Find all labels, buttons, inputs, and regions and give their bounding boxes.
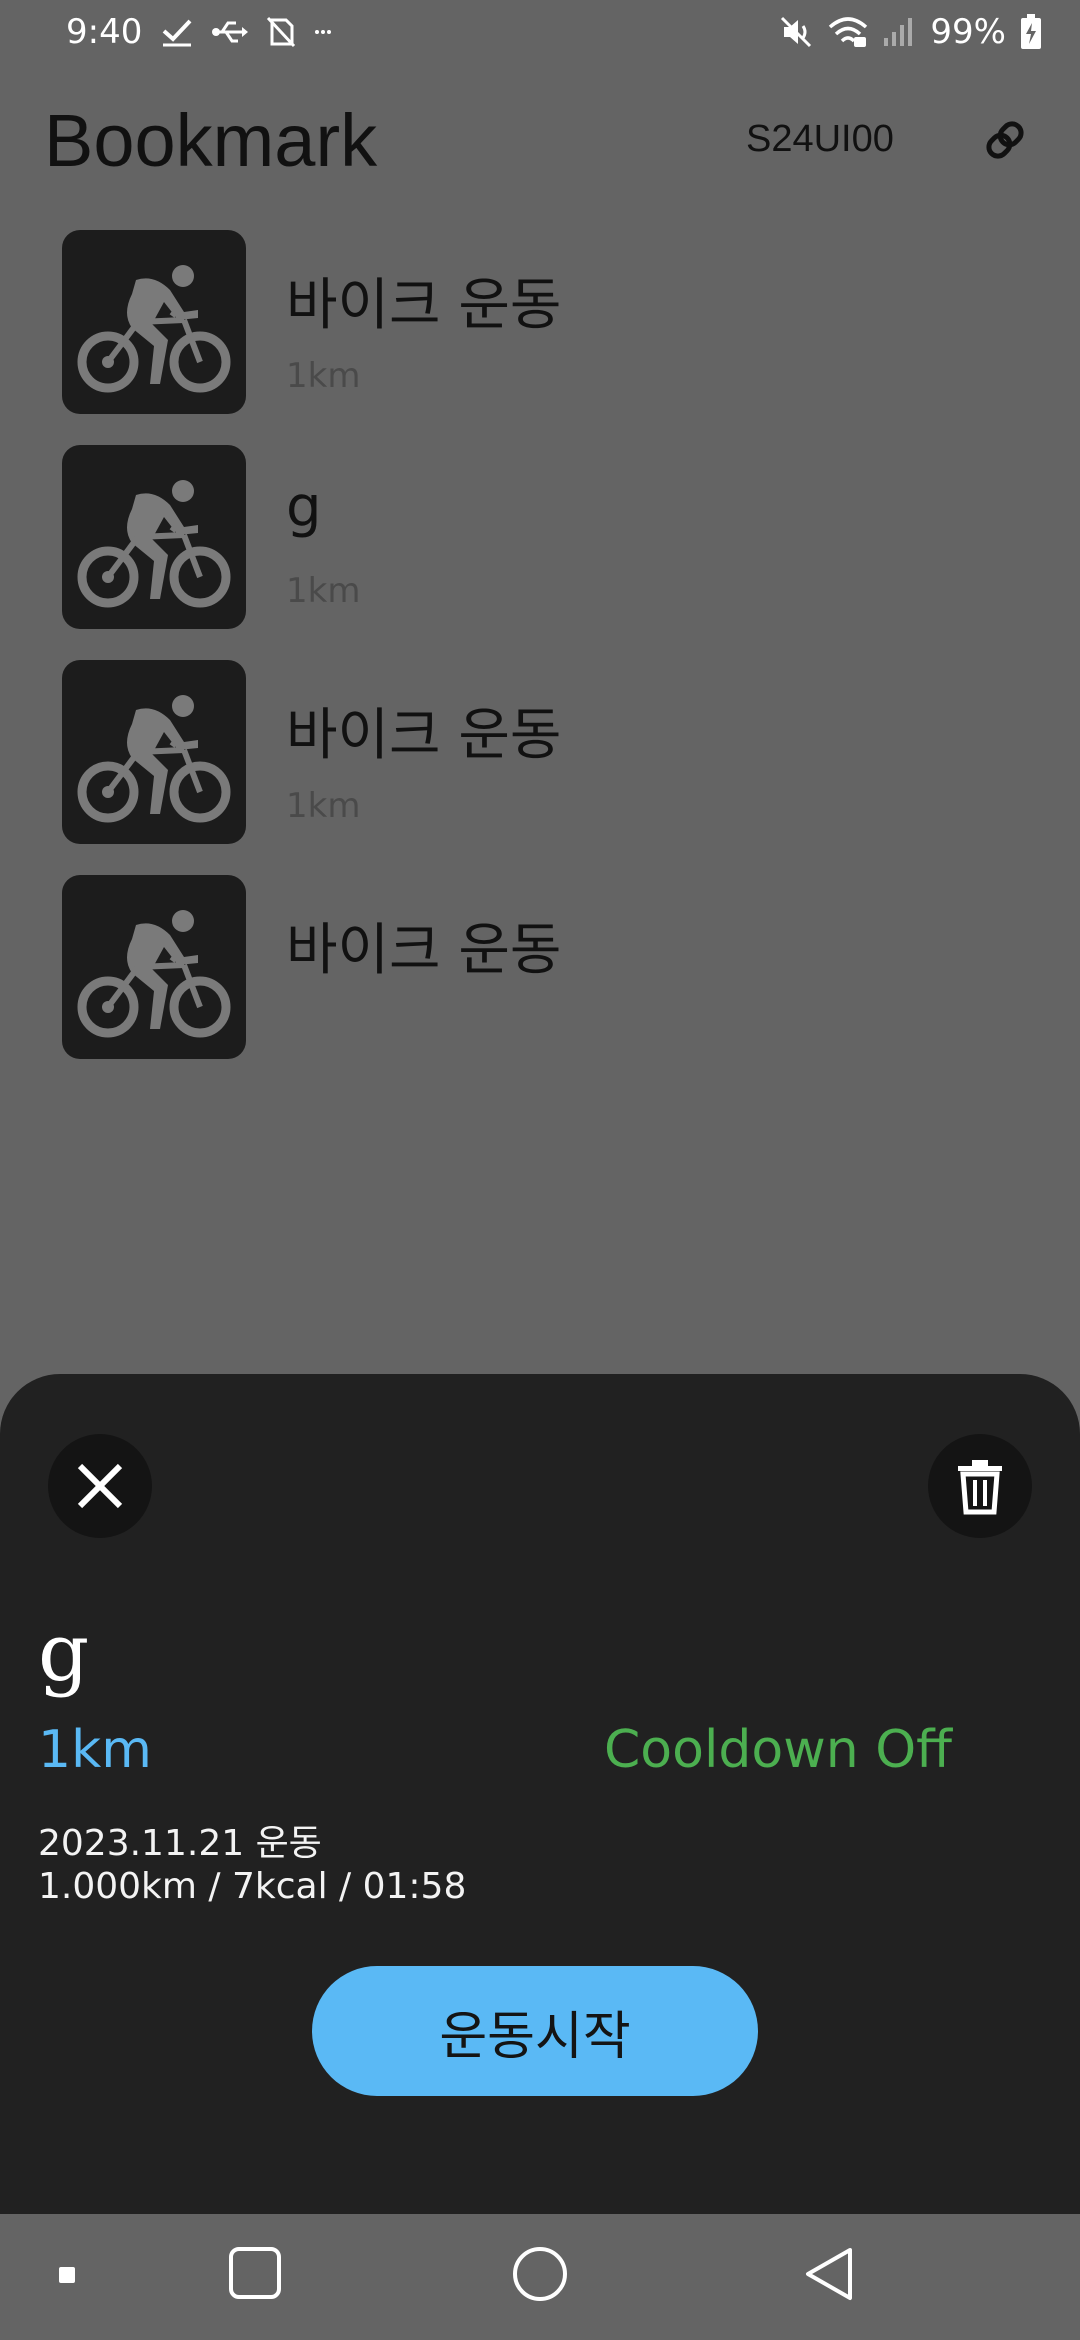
bike-rider-icon <box>62 445 246 629</box>
home-icon[interactable] <box>512 2246 568 2302</box>
delete-button[interactable] <box>928 1434 1032 1538</box>
list-item[interactable]: 바이크 운동 1km <box>62 660 1022 844</box>
sheet-distance: 1km <box>38 1720 152 1780</box>
back-icon[interactable] <box>802 2246 856 2302</box>
signal-icon <box>884 18 913 46</box>
close-button[interactable] <box>48 1434 152 1538</box>
bike-rider-icon <box>62 660 246 844</box>
bookmark-detail-sheet: g 1km Cooldown Off 2023.11.21 운동 1.000km… <box>0 1374 1080 2214</box>
wifi-icon <box>829 17 868 47</box>
bike-rider-icon <box>62 230 246 414</box>
list-item[interactable]: g 1km <box>62 445 1022 629</box>
workout-date: 2023.11.21 운동 <box>38 1823 322 1864</box>
bookmark-title: 바이크 운동 <box>286 918 562 983</box>
status-bar: 9:40 99% <box>0 0 1080 66</box>
bookmark-title: 바이크 운동 <box>286 703 562 768</box>
bookmark-distance: 1km <box>286 356 361 396</box>
bookmark-distance: 1km <box>286 571 361 611</box>
link-icon <box>986 121 1024 159</box>
list-item[interactable]: 바이크 운동 <box>62 875 1022 1059</box>
more-dots-icon <box>315 30 332 34</box>
page-title: Bookmark <box>44 99 378 182</box>
link-button[interactable] <box>980 112 1030 168</box>
keyboard-dot-icon <box>59 2267 75 2283</box>
bookmark-title: g <box>286 475 322 540</box>
status-time: 9:40 <box>66 12 143 52</box>
no-sim-icon <box>267 16 296 48</box>
workout-stats: 1.000km / 7kcal / 01:58 <box>38 1866 467 1907</box>
cooldown-status: Cooldown Off <box>604 1720 952 1780</box>
bike-rider-icon <box>62 875 246 1059</box>
mute-icon <box>781 16 812 48</box>
usb-icon <box>212 21 249 43</box>
check-icon <box>163 19 192 47</box>
recent-apps-icon[interactable] <box>228 2246 282 2300</box>
start-workout-button[interactable]: 운동시작 <box>312 1966 758 2096</box>
battery-charging-icon <box>1021 14 1041 49</box>
battery-percent: 99% <box>930 12 1006 52</box>
bookmark-distance: 1km <box>286 786 361 826</box>
sheet-title: g <box>38 1606 90 1699</box>
bookmark-title: 바이크 운동 <box>286 273 562 338</box>
close-icon <box>77 1463 123 1509</box>
trash-icon <box>958 1460 1002 1515</box>
bookmark-list: 바이크 운동 1km g 1km 바이크 운동 1km 바이크 운동 <box>62 230 1022 1090</box>
device-id-label: S24UI00 <box>746 118 894 160</box>
list-item[interactable]: 바이크 운동 1km <box>62 230 1022 414</box>
navigation-bar <box>0 2214 1080 2340</box>
